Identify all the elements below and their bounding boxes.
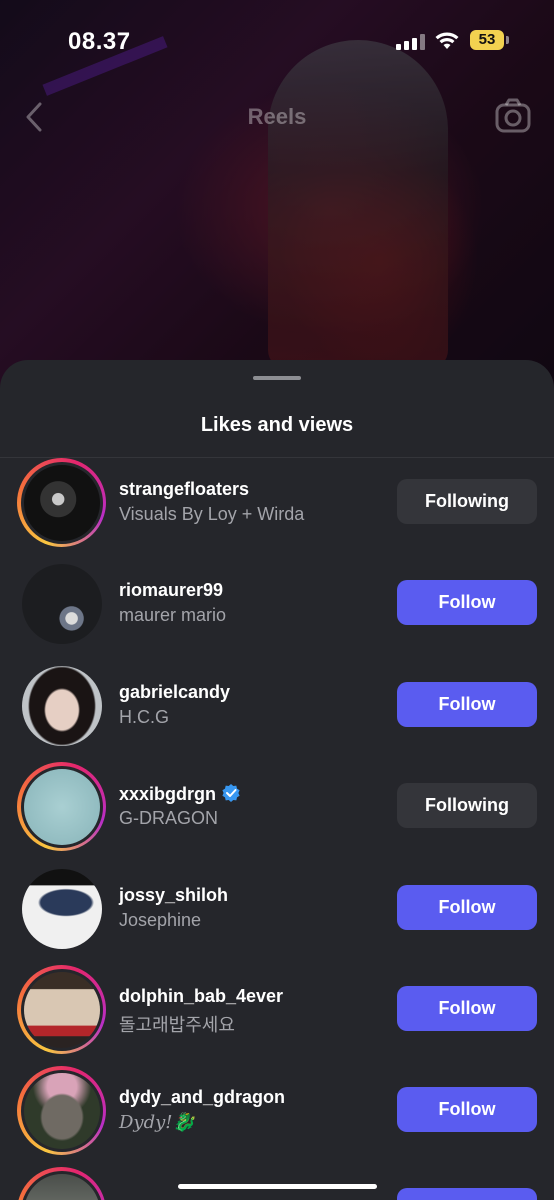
story-ring[interactable] [17, 1167, 106, 1200]
follow-button[interactable]: Follow [397, 1087, 537, 1132]
user-row[interactable]: strangefloaters Visuals By Loy + Wirda F… [0, 457, 554, 557]
full-name: maurer mario [119, 605, 227, 625]
user-row[interactable]: dolphin_bab_4ever 돌고래밥주세요 Follow [0, 964, 554, 1064]
follow-button[interactable]: Follow [397, 986, 537, 1031]
username[interactable]: xxxibgdrgn [119, 784, 216, 804]
sheet-title: Likes and views [200, 414, 354, 436]
username-wrap[interactable]: xxxibgdrgn [119, 783, 241, 805]
page-title: Reels [247, 104, 307, 129]
avatar-frame[interactable] [17, 661, 106, 750]
user-row[interactable]: dydy_and_gdragon Dydy!🐉 Follow [0, 1065, 554, 1165]
story-ring[interactable] [17, 1066, 106, 1155]
user-row[interactable]: gabrielcandy H.C.G Follow [0, 660, 554, 760]
verified-badge-icon [222, 784, 240, 802]
avatar [23, 971, 100, 1048]
full-name: H.C.G [119, 707, 170, 727]
home-indicator[interactable] [178, 1184, 377, 1189]
likes-sheet: Likes and views strangefloaters Visuals … [0, 360, 554, 1200]
username[interactable]: riomaurer99 [119, 580, 223, 601]
full-name: G-DRAGON [119, 808, 218, 828]
follow-button[interactable]: Follow [397, 885, 537, 930]
user-row[interactable]: jossy_shiloh Josephine Follow [0, 863, 554, 963]
username[interactable]: dydy_and_gdragon [119, 1087, 285, 1108]
avatar-frame[interactable] [17, 559, 106, 648]
username[interactable]: gabrielcandy [119, 682, 230, 703]
following-button[interactable]: Following [397, 479, 537, 524]
wifi-icon [435, 32, 459, 49]
username[interactable]: dolphin_bab_4ever [119, 986, 283, 1007]
avatar [21, 665, 102, 746]
story-ring[interactable] [17, 762, 106, 851]
avatar [23, 1173, 100, 1200]
full-name: 돌고래밥주세요 [119, 1015, 235, 1035]
follow-button[interactable]: Follow [397, 682, 537, 727]
avatar [23, 768, 100, 845]
full-name: Josephine [119, 910, 202, 930]
avatar [23, 1072, 100, 1149]
sheet-grabber[interactable] [253, 376, 301, 380]
user-row[interactable]: xxxibgdrgn G-DRAGON Following [0, 761, 554, 861]
avatar [21, 563, 102, 644]
status-time: 08.37 [68, 28, 131, 55]
battery-level: 53 [470, 30, 504, 50]
follow-button[interactable] [397, 1188, 537, 1200]
camera-icon[interactable] [494, 98, 532, 134]
full-name: Dydy!🐉 [119, 1112, 195, 1133]
story-ring[interactable] [17, 458, 106, 547]
username[interactable]: strangefloaters [119, 479, 249, 500]
cellular-signal-icon [396, 34, 426, 50]
full-name: Visuals By Loy + Wirda [119, 504, 305, 524]
status-bar: 08.37 53 [0, 0, 554, 84]
following-button[interactable]: Following [397, 783, 537, 828]
avatar [21, 868, 102, 949]
follow-button[interactable]: Follow [397, 580, 537, 625]
avatar-frame[interactable] [17, 864, 106, 953]
story-ring[interactable] [17, 965, 106, 1054]
user-row-partial[interactable] [0, 1166, 554, 1200]
user-row[interactable]: riomaurer99 maurer mario Follow [0, 558, 554, 658]
battery-cap [506, 36, 509, 44]
avatar [23, 464, 100, 541]
username[interactable]: jossy_shiloh [119, 885, 228, 906]
